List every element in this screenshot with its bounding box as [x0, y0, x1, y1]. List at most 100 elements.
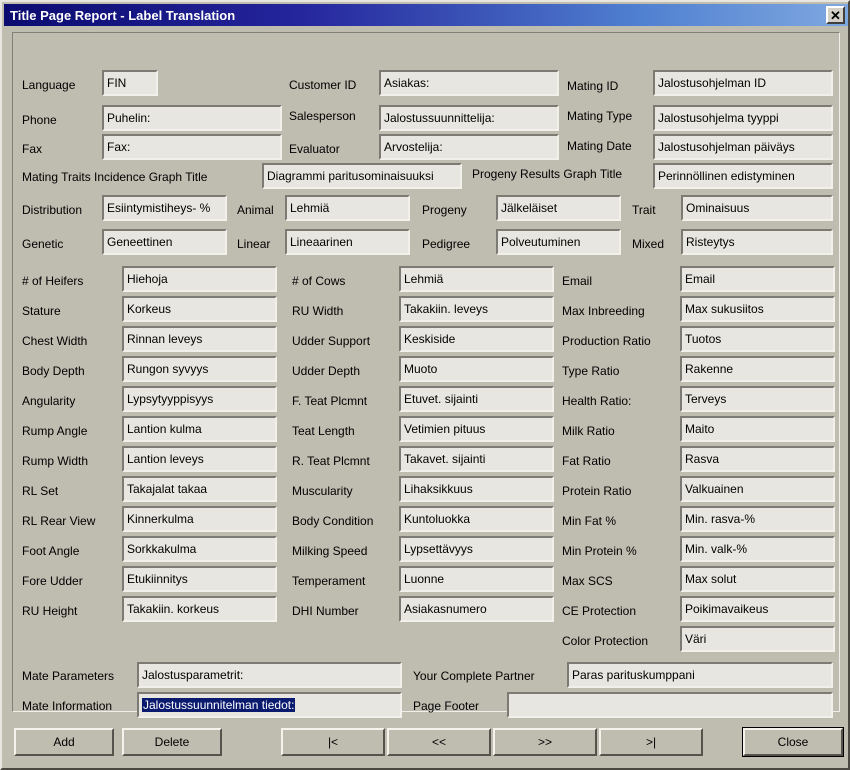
trait-label-1-10: Foot Angle: [22, 544, 80, 558]
trait-field-1-3[interactable]: Rinnan leveys: [122, 326, 277, 352]
previous-record-button[interactable]: <<: [387, 728, 491, 756]
trait-field-3-4[interactable]: Rakenne: [680, 356, 835, 382]
trait-label-2-8: Muscularity: [292, 484, 353, 498]
trait-field-2-9[interactable]: Kuntoluokka: [399, 506, 554, 532]
field-progeny[interactable]: Jälkeläiset: [496, 195, 621, 221]
field-mating-type[interactable]: Jalostusohjelma tyyppi: [653, 105, 833, 131]
trait-label-2-1: # of Cows: [292, 274, 346, 288]
field-fax[interactable]: Fax:: [102, 134, 282, 160]
label-trait: Trait: [632, 203, 656, 217]
field-animal[interactable]: Lehmiä: [285, 195, 410, 221]
close-glyph: ✕: [830, 7, 841, 23]
add-button[interactable]: Add: [14, 728, 114, 756]
trait-label-3-1: Email: [562, 274, 593, 288]
trait-field-3-12[interactable]: Poikimavaikeus: [680, 596, 835, 622]
trait-field-3-7[interactable]: Rasva: [680, 446, 835, 472]
trait-field-3-13[interactable]: Väri: [680, 626, 835, 652]
trait-field-2-6[interactable]: Vetimien pituus: [399, 416, 554, 442]
trait-label-3-6: Milk Ratio: [562, 424, 615, 438]
trait-field-3-11[interactable]: Max solut: [680, 566, 835, 592]
close-icon[interactable]: ✕: [826, 6, 845, 24]
trait-field-3-10[interactable]: Min. valk-%: [680, 536, 835, 562]
trait-field-3-2[interactable]: Max sukusiitos: [680, 296, 835, 322]
trait-field-3-5[interactable]: Terveys: [680, 386, 835, 412]
trait-field-3-8[interactable]: Valkuainen: [680, 476, 835, 502]
field-linear[interactable]: Lineaarinen: [285, 229, 410, 255]
trait-field-1-8[interactable]: Takajalat takaa: [122, 476, 277, 502]
field-pedigree[interactable]: Polveutuminen: [496, 229, 621, 255]
trait-field-2-7[interactable]: Takavet. sijainti: [399, 446, 554, 472]
dialog-client-area: Language FIN Phone Puhelin: Fax Fax: Cus…: [4, 26, 848, 768]
trait-label-1-5: Angularity: [22, 394, 76, 408]
trait-label-2-10: Milking Speed: [292, 544, 368, 558]
label-mixed: Mixed: [632, 237, 665, 251]
trait-label-2-3: Udder Support: [292, 334, 371, 348]
field-mate-information[interactable]: Jalostussuunnitelman tiedot:: [137, 692, 402, 718]
dialog-window: Title Page Report - Label Translation ✕ …: [0, 0, 850, 770]
trait-label-3-10: Min Protein %: [562, 544, 637, 558]
trait-field-2-12[interactable]: Asiakasnumero: [399, 596, 554, 622]
next-record-button[interactable]: >>: [493, 728, 597, 756]
field-evaluator[interactable]: Arvostelija:: [379, 134, 559, 160]
field-distribution[interactable]: Esiintymistiheys- %: [102, 195, 227, 221]
trait-field-2-4[interactable]: Muoto: [399, 356, 554, 382]
field-customer-id[interactable]: Asiakas:: [379, 70, 559, 96]
mate-information-selected-text: Jalostussuunnitelman tiedot:: [142, 698, 296, 712]
trait-field-2-8[interactable]: Lihaksikkuus: [399, 476, 554, 502]
trait-field-1-12[interactable]: Takakiin. korkeus: [122, 596, 277, 622]
trait-field-3-6[interactable]: Maito: [680, 416, 835, 442]
trait-label-2-4: Udder Depth: [292, 364, 361, 378]
field-language[interactable]: FIN: [102, 70, 158, 96]
trait-field-2-1[interactable]: Lehmiä: [399, 266, 554, 292]
trait-field-2-2[interactable]: Takakiin. leveys: [399, 296, 554, 322]
close-button[interactable]: Close: [742, 727, 844, 757]
field-mating-id[interactable]: Jalostusohjelman ID: [653, 70, 833, 96]
trait-field-1-1[interactable]: Hiehoja: [122, 266, 277, 292]
trait-field-1-4[interactable]: Rungon syvyys: [122, 356, 277, 382]
field-your-complete-partner[interactable]: Paras parituskumppani: [567, 662, 833, 688]
trait-field-2-5[interactable]: Etuvet. sijainti: [399, 386, 554, 412]
field-mate-parameters[interactable]: Jalostusparametrit:: [137, 662, 402, 688]
label-animal: Animal: [237, 203, 274, 217]
trait-field-1-5[interactable]: Lypsytyyppisyys: [122, 386, 277, 412]
trait-field-1-2[interactable]: Korkeus: [122, 296, 277, 322]
field-page-footer[interactable]: [507, 692, 833, 718]
trait-field-2-10[interactable]: Lypsettävyys: [399, 536, 554, 562]
trait-field-1-9[interactable]: Kinnerkulma: [122, 506, 277, 532]
last-record-button[interactable]: >|: [599, 728, 703, 756]
field-mating-traits-graph-title[interactable]: Diagrammi paritusominaisuuksi: [262, 163, 462, 189]
label-progeny-results-graph-title: Progeny Results Graph Title: [472, 167, 623, 181]
trait-field-1-7[interactable]: Lantion leveys: [122, 446, 277, 472]
trait-label-1-9: RL Rear View: [22, 514, 96, 528]
title-bar[interactable]: Title Page Report - Label Translation ✕: [4, 4, 848, 26]
label-mate-information: Mate Information: [22, 699, 113, 713]
trait-label-1-11: Fore Udder: [22, 574, 83, 588]
trait-label-1-2: Stature: [22, 304, 61, 318]
trait-field-2-11[interactable]: Luonne: [399, 566, 554, 592]
trait-field-1-6[interactable]: Lantion kulma: [122, 416, 277, 442]
label-linear: Linear: [237, 237, 271, 251]
trait-label-3-5: Health Ratio:: [562, 394, 632, 408]
field-trait[interactable]: Ominaisuus: [681, 195, 833, 221]
field-genetic[interactable]: Geneettinen: [102, 229, 227, 255]
trait-label-2-12: DHI Number: [292, 604, 359, 618]
field-mating-date[interactable]: Jalostusohjelman päiväys: [653, 134, 833, 160]
trait-label-1-4: Body Depth: [22, 364, 85, 378]
trait-label-3-12: CE Protection: [562, 604, 637, 618]
field-mixed[interactable]: Risteytys: [681, 229, 833, 255]
trait-label-2-7: R. Teat Plcmnt: [292, 454, 370, 468]
first-record-button[interactable]: |<: [281, 728, 385, 756]
trait-field-1-11[interactable]: Etukiinnitys: [122, 566, 277, 592]
delete-button[interactable]: Delete: [122, 728, 222, 756]
trait-field-3-3[interactable]: Tuotos: [680, 326, 835, 352]
field-progeny-results-graph-title[interactable]: Perinnöllinen edistyminen: [653, 163, 833, 189]
trait-field-2-3[interactable]: Keskiside: [399, 326, 554, 352]
trait-label-1-1: # of Heifers: [22, 274, 84, 288]
trait-field-1-10[interactable]: Sorkkakulma: [122, 536, 277, 562]
label-phone: Phone: [22, 113, 57, 127]
label-page-footer: Page Footer: [413, 699, 480, 713]
trait-field-3-1[interactable]: Email: [680, 266, 835, 292]
trait-field-3-9[interactable]: Min. rasva-%: [680, 506, 835, 532]
field-phone[interactable]: Puhelin:: [102, 105, 282, 131]
field-salesperson[interactable]: Jalostussuunnittelija:: [379, 105, 559, 131]
